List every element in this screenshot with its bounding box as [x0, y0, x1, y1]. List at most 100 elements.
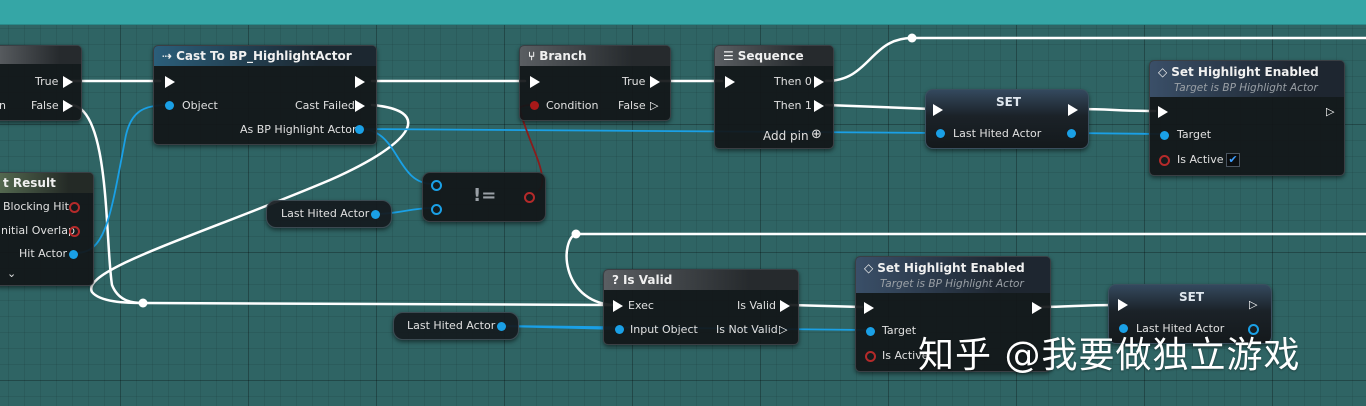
condition-pin[interactable] [530, 101, 539, 110]
hit-result-node[interactable]: t Result Blocking Hit nitial Overlap Hit… [0, 172, 94, 286]
exec-out-pin[interactable] [1068, 104, 1078, 116]
chevron-down-icon[interactable]: ⌄ [7, 267, 16, 281]
node-header: ? Is Valid [604, 270, 798, 290]
exec-out-pin[interactable]: ▷ [1326, 106, 1338, 118]
exec-wire-isvalid-to-highlight [788, 303, 864, 309]
false-exec-pin[interactable]: ▷ [650, 100, 662, 112]
exec-wire-set-to-highlight [1076, 107, 1157, 113]
false-exec-pin[interactable] [63, 100, 73, 112]
node-header: ◇ Set Highlight Enabled Target is BP High… [856, 257, 1050, 293]
is-not-valid-pin[interactable]: ▷ [779, 324, 791, 336]
set-title: SET [1179, 290, 1205, 304]
node-title: Sequence [737, 49, 804, 63]
as-actor-pin[interactable] [355, 125, 364, 134]
function-diamond-icon: ◇ [864, 261, 874, 275]
exec-out-pin[interactable] [355, 76, 365, 88]
target-pin[interactable] [866, 327, 875, 336]
node-header: ⑂ Branch [520, 46, 670, 66]
branch-node-left[interactable]: True n False [0, 45, 82, 121]
cast-failed-label: Cast Failed [295, 99, 355, 112]
var-label: Last Hited Actor [407, 319, 496, 332]
then0-pin[interactable] [814, 76, 824, 88]
as-actor-label: As BP Highlight Actor [240, 123, 357, 136]
input-object-pin[interactable] [615, 325, 624, 334]
last-hited-actor-out-pin[interactable] [1067, 129, 1076, 138]
exec-in-pin[interactable] [864, 302, 874, 314]
exec-wire-reroute-to-isvalid [141, 301, 614, 307]
last-hited-actor-in-pin[interactable] [936, 129, 945, 138]
true-exec-pin[interactable] [63, 76, 73, 88]
true-label: True [622, 75, 646, 88]
target-pin[interactable] [1160, 131, 1169, 140]
condition-label: Condition [546, 99, 599, 112]
then0-label: Then 0 [774, 75, 812, 88]
branch-node[interactable]: ⑂ Branch True Condition False ▷ [519, 45, 671, 121]
node-subtitle: Target is BP Highlight Actor [1174, 82, 1318, 94]
then1-pin[interactable] [814, 100, 824, 112]
is-valid-node[interactable]: ? Is Valid Exec Is Valid Input Object Is … [603, 269, 799, 345]
function-diamond-icon: ◇ [1158, 65, 1168, 79]
neq-input-a-pin[interactable] [431, 180, 442, 191]
initial-overlap-pin[interactable] [69, 226, 80, 237]
watermark: 知乎 @我要做独立游戏 [918, 335, 1301, 376]
exec-out-pin[interactable] [1032, 302, 1042, 314]
node-header [0, 46, 81, 64]
hit-actor-label: Hit Actor [19, 247, 68, 260]
exec-wire-then1-to-set [824, 103, 934, 111]
reroute-mid [138, 298, 148, 308]
var-label: Last Hited Actor [281, 207, 370, 220]
blocking-hit-label: Blocking Hit [3, 200, 69, 213]
exec-in-pin[interactable] [613, 300, 623, 312]
hit-actor-pin[interactable] [69, 250, 78, 259]
node-header: ◇ Set Highlight Enabled Target is BP High… [1150, 61, 1344, 97]
not-equal-node[interactable]: != [422, 172, 546, 222]
is-active-checkbox[interactable]: ✔ [1226, 153, 1240, 167]
object-label: Object [182, 99, 218, 112]
exec-in-pin[interactable] [165, 76, 175, 88]
is-active-pin[interactable] [865, 351, 876, 362]
object-wire-asactor-to-set [359, 128, 941, 134]
exec-out-pin[interactable]: ▷ [1249, 299, 1261, 311]
input-object-label: Input Object [630, 323, 698, 336]
plus-circle-icon[interactable]: ⊕ [811, 128, 822, 142]
last-hited-actor-var-bottom[interactable]: Last Hited Actor [393, 312, 519, 340]
partial-label: n [0, 99, 6, 112]
cast-failed-pin[interactable] [355, 100, 365, 112]
var-out-pin[interactable] [497, 322, 506, 331]
cast-node[interactable]: ⇢ Cast To BP_HighlightActor Object Cast F… [153, 45, 377, 145]
sequence-node[interactable]: ☰ Sequence Then 0 Then 1 Add pin ⊕ [714, 45, 834, 149]
node-subtitle: Target is BP Highlight Actor [880, 278, 1024, 290]
exec-in-pin[interactable] [1118, 299, 1128, 311]
initial-overlap-label: nitial Overlap [1, 224, 75, 237]
exec-in-pin[interactable] [933, 104, 943, 116]
node-header: ☰ Sequence [715, 46, 833, 66]
exec-in-pin[interactable] [530, 76, 540, 88]
set-node-top[interactable]: SET Last Hited Actor [925, 89, 1089, 149]
last-hited-actor-label: Last Hited Actor [953, 127, 1042, 140]
exec-in-pin[interactable] [1158, 106, 1168, 118]
true-pin-label: True [35, 75, 59, 88]
node-title: Cast To BP_HighlightActor [176, 49, 352, 63]
is-not-valid-label: Is Not Valid [716, 323, 778, 336]
exec-in-pin[interactable] [725, 76, 735, 88]
node-title: Set Highlight Enabled [877, 261, 1025, 275]
reroute-top [907, 33, 917, 43]
is-active-pin[interactable] [1159, 155, 1170, 166]
set-highlight-node-top[interactable]: ◇ Set Highlight Enabled Target is BP High… [1149, 60, 1345, 176]
target-label: Target [1177, 128, 1212, 141]
neq-input-b-pin[interactable] [431, 204, 442, 215]
neq-output-pin[interactable] [524, 192, 535, 203]
node-header: t Result [0, 173, 93, 193]
target-label: Target [882, 324, 917, 337]
add-pin-label[interactable]: Add pin [763, 129, 809, 143]
object-pin[interactable] [165, 101, 174, 110]
is-active-label: Is Active [1177, 153, 1224, 166]
exec-label: Exec [628, 299, 654, 312]
true-exec-pin[interactable] [650, 76, 660, 88]
last-hited-actor-var-mid[interactable]: Last Hited Actor [266, 200, 392, 228]
node-header: ⇢ Cast To BP_HighlightActor [154, 46, 376, 66]
neq-symbol: != [473, 185, 497, 206]
is-valid-pin[interactable] [780, 300, 790, 312]
blocking-hit-pin[interactable] [69, 202, 80, 213]
var-out-pin[interactable] [371, 210, 380, 219]
